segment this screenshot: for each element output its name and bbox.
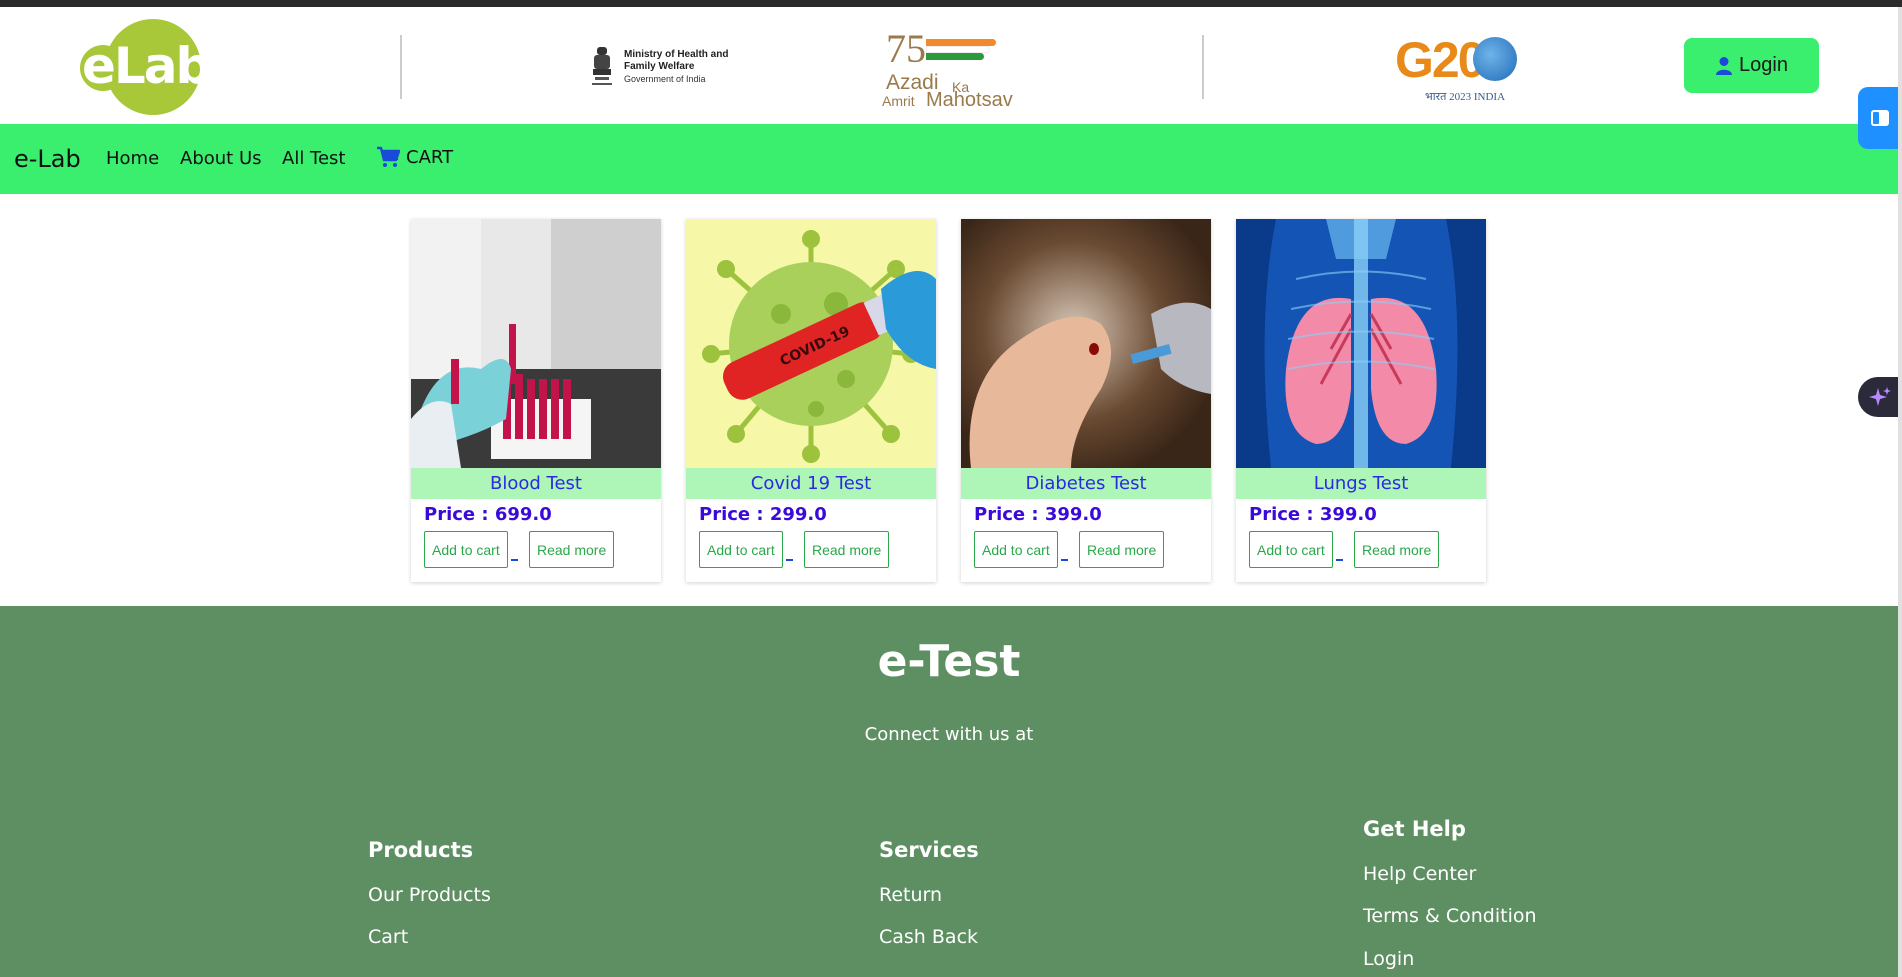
lungs-test-image (1236, 219, 1486, 468)
ministry-line-1: Ministry of Health and (624, 49, 729, 60)
footer-link-terms-condition[interactable]: Terms & Condition (1363, 905, 1537, 927)
diabetes-test-image (961, 219, 1211, 468)
ai-assistant-button[interactable] (1858, 377, 1902, 417)
product-price: Price : 399.0 (1249, 504, 1377, 525)
panel-icon (1871, 110, 1889, 126)
footer-link-help-center[interactable]: Help Center (1363, 863, 1476, 885)
footer-heading-get-help: Get Help (1363, 817, 1466, 841)
product-title[interactable]: Covid 19 Test (686, 468, 936, 499)
header-divider (1202, 35, 1204, 99)
product-title[interactable]: Lungs Test (1236, 468, 1486, 499)
read-more-button[interactable]: Read more (804, 531, 890, 568)
g20-subtitle: भारत 2023 INDIA (1425, 91, 1506, 103)
read-more-button[interactable]: Read more (1079, 531, 1165, 568)
link-underline (511, 559, 518, 561)
product-title[interactable]: Blood Test (411, 468, 661, 499)
logo-text: eLab (82, 37, 211, 95)
footer-link-login[interactable]: Login (1363, 948, 1414, 970)
side-panel-tab[interactable] (1858, 87, 1902, 149)
azadi-number: 75 (886, 26, 926, 71)
product-price: Price : 299.0 (699, 504, 827, 525)
footer-link-our-products[interactable]: Our Products (368, 884, 491, 906)
nav-about-us[interactable]: About Us (180, 148, 262, 169)
link-underline (1336, 559, 1343, 561)
footer-link-return[interactable]: Return (879, 884, 942, 906)
product-price: Price : 399.0 (974, 504, 1102, 525)
nav-home[interactable]: Home (106, 148, 159, 169)
product-card-covid-19-test: COVID-19 Covid 19 Test Price : 299.0 Add… (686, 219, 936, 582)
nav-cart[interactable]: CART (376, 146, 453, 168)
page-scrollbar[interactable] (1898, 7, 1902, 977)
product-card-blood-test: Blood Test Price : 699.0 Add to cart Rea… (411, 219, 661, 582)
footer-link-cart[interactable]: Cart (368, 926, 408, 948)
footer-heading-services: Services (879, 838, 979, 862)
add-to-cart-button[interactable]: Add to cart (699, 531, 783, 568)
blood-test-image (411, 219, 661, 468)
azadi-ka-amrit-mahotsav-logo: 75 Azadi Ka Amrit Mahotsav (880, 26, 1020, 113)
add-to-cart-button[interactable]: Add to cart (1249, 531, 1333, 568)
amrit-word: Amrit (882, 93, 915, 109)
top-window-strip (0, 0, 1902, 7)
covid-19-test-image: COVID-19 (686, 219, 936, 468)
link-underline (786, 559, 793, 561)
g20-logo: G20 भारत 2023 INDIA (1395, 32, 1525, 109)
mahotsav-word: Mahotsav (926, 89, 1013, 111)
read-more-button[interactable]: Read more (529, 531, 615, 568)
product-price: Price : 699.0 (424, 504, 552, 525)
ministry-logo: Ministry of Health and Family Welfare Go… (588, 45, 738, 91)
ministry-line-3: Government of India (624, 74, 706, 84)
product-card-diabetes-test: Diabetes Test Price : 399.0 Add to cart … (961, 219, 1211, 582)
login-button[interactable]: Login (1684, 38, 1819, 93)
nav-all-test[interactable]: All Test (282, 148, 345, 169)
product-card-lungs-test: Lungs Test Price : 399.0 Add to cart Rea… (1236, 219, 1486, 582)
footer-connect: Connect with us at (864, 724, 1034, 745)
footer-title: e-Test (877, 636, 1021, 687)
login-label: Login (1739, 54, 1788, 76)
user-icon (1716, 56, 1733, 75)
navbar-brand[interactable]: e-Lab (14, 145, 81, 173)
site-header: eLab Ministry of Health and Family Welfa… (0, 7, 1898, 124)
site-footer: e-Test Connect with us at Products Our P… (0, 606, 1898, 977)
elab-logo[interactable]: eLab (80, 19, 211, 115)
main-navbar: e-Lab Home About Us All Test CART (0, 124, 1898, 194)
g20-text: G20 (1395, 32, 1486, 88)
read-more-button[interactable]: Read more (1354, 531, 1440, 568)
tricolor-flag-icon (926, 39, 996, 61)
add-to-cart-button[interactable]: Add to cart (974, 531, 1058, 568)
sparkle-icon (1869, 387, 1891, 406)
ministry-line-2: Family Welfare (624, 61, 695, 72)
product-title[interactable]: Diabetes Test (961, 468, 1211, 499)
header-divider (400, 35, 402, 99)
cart-icon (377, 146, 400, 167)
national-emblem-icon (592, 47, 612, 85)
cart-label: CART (406, 146, 454, 168)
footer-link-cash-back[interactable]: Cash Back (879, 926, 978, 948)
link-underline (1061, 559, 1068, 561)
globe-icon (1473, 37, 1517, 81)
add-to-cart-button[interactable]: Add to cart (424, 531, 508, 568)
footer-heading-products: Products (368, 838, 474, 862)
